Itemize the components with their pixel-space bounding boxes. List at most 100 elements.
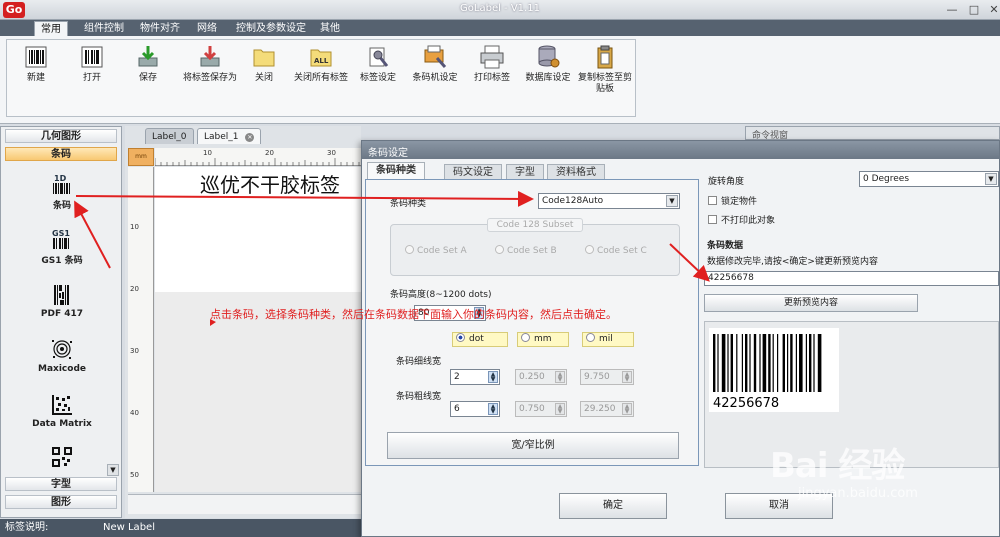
new-button[interactable]: 新建 xyxy=(7,44,65,114)
toolbox-item-qrcode[interactable] xyxy=(19,445,105,469)
checkbox-icon xyxy=(708,196,717,205)
tab-data-format[interactable]: 资料格式 xyxy=(547,164,605,180)
status-value: New Label xyxy=(103,522,155,533)
label-editor: Label_0 Label_1 ✕ mm 10 20 30 10 20 30 4… xyxy=(125,126,361,518)
toolbox-item-datamatrix[interactable]: Data Matrix xyxy=(19,393,105,429)
save-as-icon xyxy=(200,46,220,67)
barcode-preview-image: 42256678 xyxy=(709,328,839,412)
editor-horizontal-scrollbar[interactable] xyxy=(128,494,361,514)
barcode-open-icon xyxy=(81,46,103,68)
narrow-dot-input[interactable]: 2 ▲ ▼ xyxy=(450,369,500,385)
toolbox-scroll-down-button[interactable]: ▼ xyxy=(107,464,119,476)
unit-radio-dot[interactable]: dot xyxy=(452,332,508,347)
wide-dot-input[interactable]: 6 ▲ ▼ xyxy=(450,401,500,417)
minimize-button[interactable]: — xyxy=(940,1,964,18)
tab-barcode-type[interactable]: 条码种类 xyxy=(367,162,425,180)
radio-dot-icon xyxy=(405,245,414,254)
radio-code-set-a[interactable]: Code Set A xyxy=(405,245,467,256)
close-tab-icon[interactable]: ✕ xyxy=(245,133,255,142)
barcode-data-input[interactable]: 42256678 xyxy=(704,271,999,286)
unit-radio-mm[interactable]: mm xyxy=(517,332,569,347)
save-arrow-icon xyxy=(138,46,158,67)
code128-subset-group: Code 128 Subset Code Set A Code Set B Co… xyxy=(390,218,680,276)
printer-settings-label: 条码机设定 xyxy=(412,73,458,83)
ok-button[interactable]: 确定 xyxy=(559,493,667,519)
label-settings-button[interactable]: 标签设定 xyxy=(349,44,407,114)
label-settings-icon xyxy=(369,47,389,67)
menu-tab-network[interactable]: 网络 xyxy=(191,21,223,36)
wide-mil-value: 29.250 xyxy=(584,404,616,414)
menu-tab-other[interactable]: 其他 xyxy=(314,21,346,36)
print-button[interactable]: 打印标签 xyxy=(463,44,521,114)
wide-bar-label: 条码粗线宽 xyxy=(396,392,442,402)
toolbox-barcode-header[interactable]: 条码 xyxy=(5,147,117,161)
unit-mm-label: mm xyxy=(534,334,552,344)
rotation-select[interactable]: 0 Degrees ▼ xyxy=(859,171,999,187)
lock-object-checkbox[interactable]: 锁定物件 xyxy=(708,194,757,207)
wide-dot-value: 6 xyxy=(454,404,460,414)
menu-tab-common[interactable]: 常用 xyxy=(34,21,68,36)
wide-mil-input: 29.250 ▲ ▼ xyxy=(580,401,634,417)
refresh-preview-button[interactable]: 更新预览内容 xyxy=(704,294,918,312)
barcode-1d-icon: 1D xyxy=(53,174,70,194)
unit-mil-label: mil xyxy=(599,334,613,344)
toolbox-item-gs1[interactable]: GS1 GS1 条码 xyxy=(19,227,105,266)
barcode-type-select[interactable]: Code128Auto ▼ xyxy=(538,193,680,209)
label-canvas[interactable]: 巡优不干胶标签 xyxy=(155,167,361,292)
toolbox-font-header[interactable]: 字型 xyxy=(5,477,117,491)
toolbox-item-pdf417[interactable]: PDF 417 xyxy=(19,283,105,319)
save-as-button[interactable]: 将标签保存为 xyxy=(177,44,243,114)
tab-code-text[interactable]: 码文设定 xyxy=(444,164,502,180)
spinner-icon[interactable]: ▲ ▼ xyxy=(488,403,498,415)
radio-code-set-b[interactable]: Code Set B xyxy=(495,245,557,256)
checkbox-icon xyxy=(708,215,717,224)
save-button[interactable]: 保存 xyxy=(119,44,177,114)
database-label: 数据库设定 xyxy=(525,73,571,83)
doc-tab-label1[interactable]: Label_1 ✕ xyxy=(197,128,262,144)
printer-settings-button[interactable]: 条码机设定 xyxy=(405,44,465,114)
narrow-mm-input: 0.250 ▲ ▼ xyxy=(515,369,567,385)
unit-radio-mil[interactable]: mil xyxy=(582,332,634,347)
doc-tab-label0[interactable]: Label_0 xyxy=(145,128,194,144)
status-label: 标签说明: xyxy=(5,522,49,533)
toolbox-item-barcode[interactable]: 1D 条码 xyxy=(19,172,105,211)
wide-narrow-ratio-button[interactable]: 宽/窄比例 xyxy=(387,432,679,459)
hruler-label-30: 30 xyxy=(327,149,336,157)
canvas-outside-area xyxy=(155,292,361,492)
close-button[interactable]: ✕ xyxy=(982,1,1000,18)
narrow-dot-value: 2 xyxy=(454,372,460,382)
dialog-title-bar[interactable]: 条码设定 xyxy=(362,141,999,159)
open-label: 打开 xyxy=(82,73,101,83)
copy-clipboard-button[interactable]: 复制标签至剪贴板 xyxy=(575,44,635,114)
barcode-data-label: 条码数据 xyxy=(707,241,744,251)
no-print-checkbox[interactable]: 不打印此对象 xyxy=(708,213,775,226)
toolbox-geometry-header[interactable]: 几何图形 xyxy=(5,129,117,143)
tab-font[interactable]: 字型 xyxy=(506,164,544,180)
baidu-watermark: Bai 经验 jingyan.baidu.com xyxy=(760,438,990,510)
toolbox-item-gs1-label: GS1 条码 xyxy=(41,256,83,266)
barcode-type-value: Code128Auto xyxy=(542,196,604,206)
radio-selected-icon xyxy=(456,333,465,342)
menu-tab-align[interactable]: 物件对齐 xyxy=(134,21,186,36)
maxicode-icon xyxy=(52,340,72,359)
database-icon xyxy=(538,45,560,68)
barcode-new-icon xyxy=(25,46,47,68)
toolbox-item-maxicode[interactable]: Maxicode xyxy=(19,338,105,374)
open-button[interactable]: 打开 xyxy=(63,44,121,114)
spinner-icon[interactable]: ▲ ▼ xyxy=(488,371,498,383)
chevron-down-icon: ▼ xyxy=(985,173,997,185)
close-label-button[interactable]: 关闭 xyxy=(235,44,293,114)
database-button[interactable]: 数据库设定 xyxy=(519,44,577,114)
label-text-object[interactable]: 巡优不干胶标签 xyxy=(200,169,340,198)
ribbon-group: 新建 打开 保存 将标签保存为 关闭 ALL 关闭所有标签 标签设定 条码机设定 xyxy=(6,39,636,117)
toolbox-shape-header[interactable]: 图形 xyxy=(5,495,117,509)
menu-tab-component[interactable]: 组件控制 xyxy=(78,21,130,36)
close-all-folder-icon: ALL xyxy=(310,49,332,67)
horizontal-ruler: 10 20 30 xyxy=(155,148,361,166)
barcode-options-pane: 旋转角度 0 Degrees ▼ 锁定物件 不打印此对象 条码数据 数据修改完毕… xyxy=(702,162,999,468)
close-all-button[interactable]: ALL 关闭所有标签 xyxy=(291,44,351,114)
radio-code-set-c[interactable]: Code Set C xyxy=(585,245,647,256)
label-settings-label: 标签设定 xyxy=(359,73,396,83)
menu-tab-params[interactable]: 控制及参数设定 xyxy=(230,21,312,36)
ruler-corner[interactable]: mm xyxy=(128,148,154,166)
